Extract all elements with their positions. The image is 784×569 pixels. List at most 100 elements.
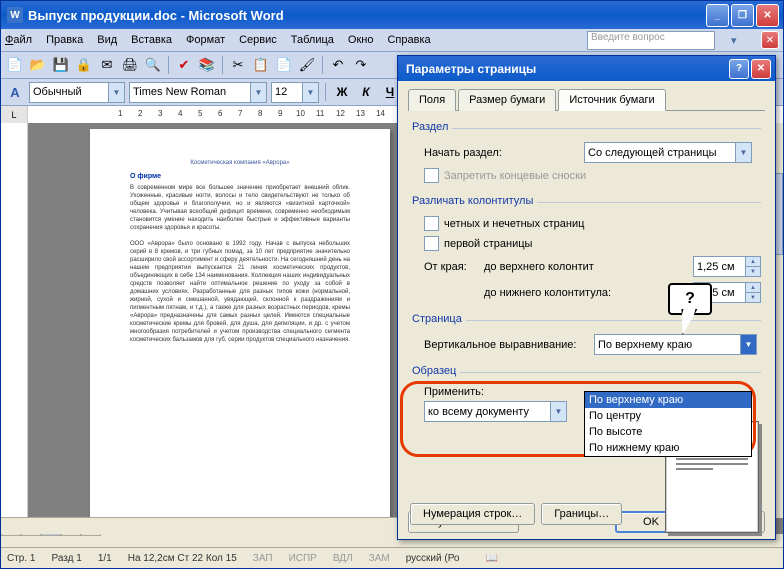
styles-pane-icon[interactable]: A [5, 82, 25, 102]
close-button[interactable]: ✕ [756, 4, 779, 27]
paste-icon[interactable]: 📄 [274, 55, 294, 75]
research-icon[interactable]: 📚 [197, 55, 217, 75]
vertical-ruler[interactable] [1, 123, 28, 534]
group-page-label: Страница [412, 313, 462, 325]
status-ext: ВДЛ [333, 553, 353, 564]
bold-button[interactable]: Ж [332, 82, 352, 102]
menu-help[interactable]: Справка [387, 34, 430, 46]
menu-format[interactable]: Формат [186, 34, 225, 46]
start-section-select[interactable]: Со следующей страницы▼ [584, 142, 752, 163]
odd-even-label: четных и нечетных страниц [444, 218, 584, 230]
borders-button[interactable]: Границы… [541, 503, 622, 525]
first-page-label: первой страницы [444, 238, 532, 250]
first-page-checkbox[interactable] [424, 236, 439, 251]
valign-option-justify[interactable]: По высоте [585, 424, 751, 440]
valign-label: Вертикальное выравнивание: [424, 339, 594, 351]
status-lang: русский (Ро [406, 553, 460, 564]
suppress-endnotes-checkbox[interactable] [424, 168, 439, 183]
style-combo[interactable]: Обычный▼ [29, 82, 125, 103]
valign-dropdown-list: По верхнему краю По центру По высоте По … [584, 391, 752, 457]
menu-view[interactable]: Вид [97, 34, 117, 46]
tab-fields[interactable]: Поля [408, 89, 456, 111]
chevron-down-icon: ▼ [108, 83, 124, 102]
dialog-close-button[interactable]: ✕ [751, 59, 771, 79]
suppress-endnotes-label: Запретить концевые сноски [444, 170, 586, 182]
group-headers-label: Различать колонтитулы [412, 195, 533, 207]
header-distance-spinner[interactable]: 1,25 см▲▼ [693, 256, 761, 277]
menu-window[interactable]: Окно [348, 34, 374, 46]
menu-table[interactable]: Таблица [291, 34, 334, 46]
valign-option-bottom[interactable]: По нижнему краю [585, 440, 751, 456]
dialog-help-button[interactable]: ? [729, 59, 749, 79]
start-section-label: Начать раздел: [424, 147, 584, 159]
format-painter-icon[interactable]: 🖌 [297, 55, 317, 75]
app-icon: W [7, 7, 23, 23]
status-page: Стр. 1 [7, 553, 35, 564]
help-question-box[interactable]: Введите вопрос [587, 31, 715, 50]
book-icon[interactable]: 📖 [486, 553, 498, 564]
spin-down-icon[interactable]: ▼ [745, 267, 760, 276]
document-page[interactable]: Косметическая компания «Аврора» О фирме … [90, 129, 390, 529]
chevron-down-icon: ▼ [302, 83, 318, 102]
font-combo[interactable]: Times New Roman▼ [129, 82, 267, 103]
cut-icon[interactable]: ✂ [228, 55, 248, 75]
mail-icon[interactable]: ✉ [97, 55, 117, 75]
tab-paper-source[interactable]: Источник бумаги [558, 89, 665, 111]
preview-icon[interactable]: 🔍 [143, 55, 163, 75]
italic-button[interactable]: К [356, 82, 376, 102]
menu-insert[interactable]: Вставка [131, 34, 172, 46]
copy-icon[interactable]: 📋 [251, 55, 271, 75]
spin-down-icon[interactable]: ▼ [745, 293, 760, 302]
from-edge-label: От края: [424, 261, 484, 273]
annotation-callout: ? [668, 283, 712, 315]
help-dropdown-icon[interactable]: ▾ [731, 34, 743, 47]
status-position: На 12,2см Ст 22 Кол 15 [128, 553, 237, 564]
restore-button[interactable]: ❐ [731, 4, 754, 27]
apply-to-label: Применить: [424, 386, 484, 398]
status-ovr: ЗАМ [369, 553, 390, 564]
permission-icon[interactable]: 🔒 [74, 55, 94, 75]
title-bar: W Выпуск продукции.doc - Microsoft Word … [1, 1, 783, 29]
chevron-down-icon: ▼ [550, 402, 566, 421]
menu-bar: Файл Правка Вид Вставка Формат Сервис Та… [1, 29, 783, 52]
spell-icon[interactable]: ✔ [174, 55, 194, 75]
menu-file[interactable]: Файл [5, 34, 32, 46]
size-combo[interactable]: 12▼ [271, 82, 319, 103]
dialog-titlebar: Параметры страницы ? ✕ [398, 56, 775, 81]
chevron-down-icon: ▼ [250, 83, 266, 102]
menu-edit[interactable]: Правка [46, 34, 83, 46]
open-icon[interactable]: 📂 [28, 55, 48, 75]
minimize-button[interactable]: _ [706, 4, 729, 27]
spin-up-icon[interactable]: ▲ [745, 257, 760, 267]
ruler-corner: L [1, 106, 28, 124]
tab-paper-size[interactable]: Размер бумаги [458, 89, 556, 111]
window-title: Выпуск продукции.doc - Microsoft Word [28, 8, 706, 23]
status-section: Разд 1 [51, 553, 81, 564]
status-rec: ЗАП [253, 553, 273, 564]
group-sample-label: Образец [412, 365, 456, 377]
spin-up-icon[interactable]: ▲ [745, 283, 760, 293]
page-setup-dialog: Параметры страницы ? ✕ Поля Размер бумаг… [397, 55, 776, 540]
apply-to-select[interactable]: ко всему документу▼ [424, 401, 567, 422]
group-section-label: Раздел [412, 121, 448, 133]
dialog-tabs: Поля Размер бумаги Источник бумаги [408, 89, 765, 111]
status-fix: ИСПР [289, 553, 317, 564]
valign-select[interactable]: По верхнему краю▼ [594, 334, 757, 355]
odd-even-checkbox[interactable] [424, 216, 439, 231]
status-bar: Стр. 1 Разд 1 1/1 На 12,2см Ст 22 Кол 15… [1, 547, 783, 568]
print-icon[interactable]: 🖨 [120, 55, 140, 75]
doc-close-button[interactable]: ✕ [761, 31, 779, 49]
redo-icon[interactable]: ↷ [351, 55, 371, 75]
new-doc-icon[interactable]: 📄 [5, 55, 25, 75]
save-icon[interactable]: 💾 [51, 55, 71, 75]
chevron-down-icon: ▼ [740, 335, 756, 354]
dialog-title: Параметры страницы [406, 62, 729, 76]
to-top-label: до верхнего колонтит [484, 261, 634, 273]
valign-option-center[interactable]: По центру [585, 408, 751, 424]
chevron-down-icon: ▼ [735, 143, 751, 162]
menu-service[interactable]: Сервис [239, 34, 277, 46]
line-numbers-button[interactable]: Нумерация строк… [410, 503, 535, 525]
to-bottom-label: до нижнего колонтитула: [484, 287, 644, 299]
valign-option-top[interactable]: По верхнему краю [585, 392, 751, 408]
undo-icon[interactable]: ↶ [328, 55, 348, 75]
